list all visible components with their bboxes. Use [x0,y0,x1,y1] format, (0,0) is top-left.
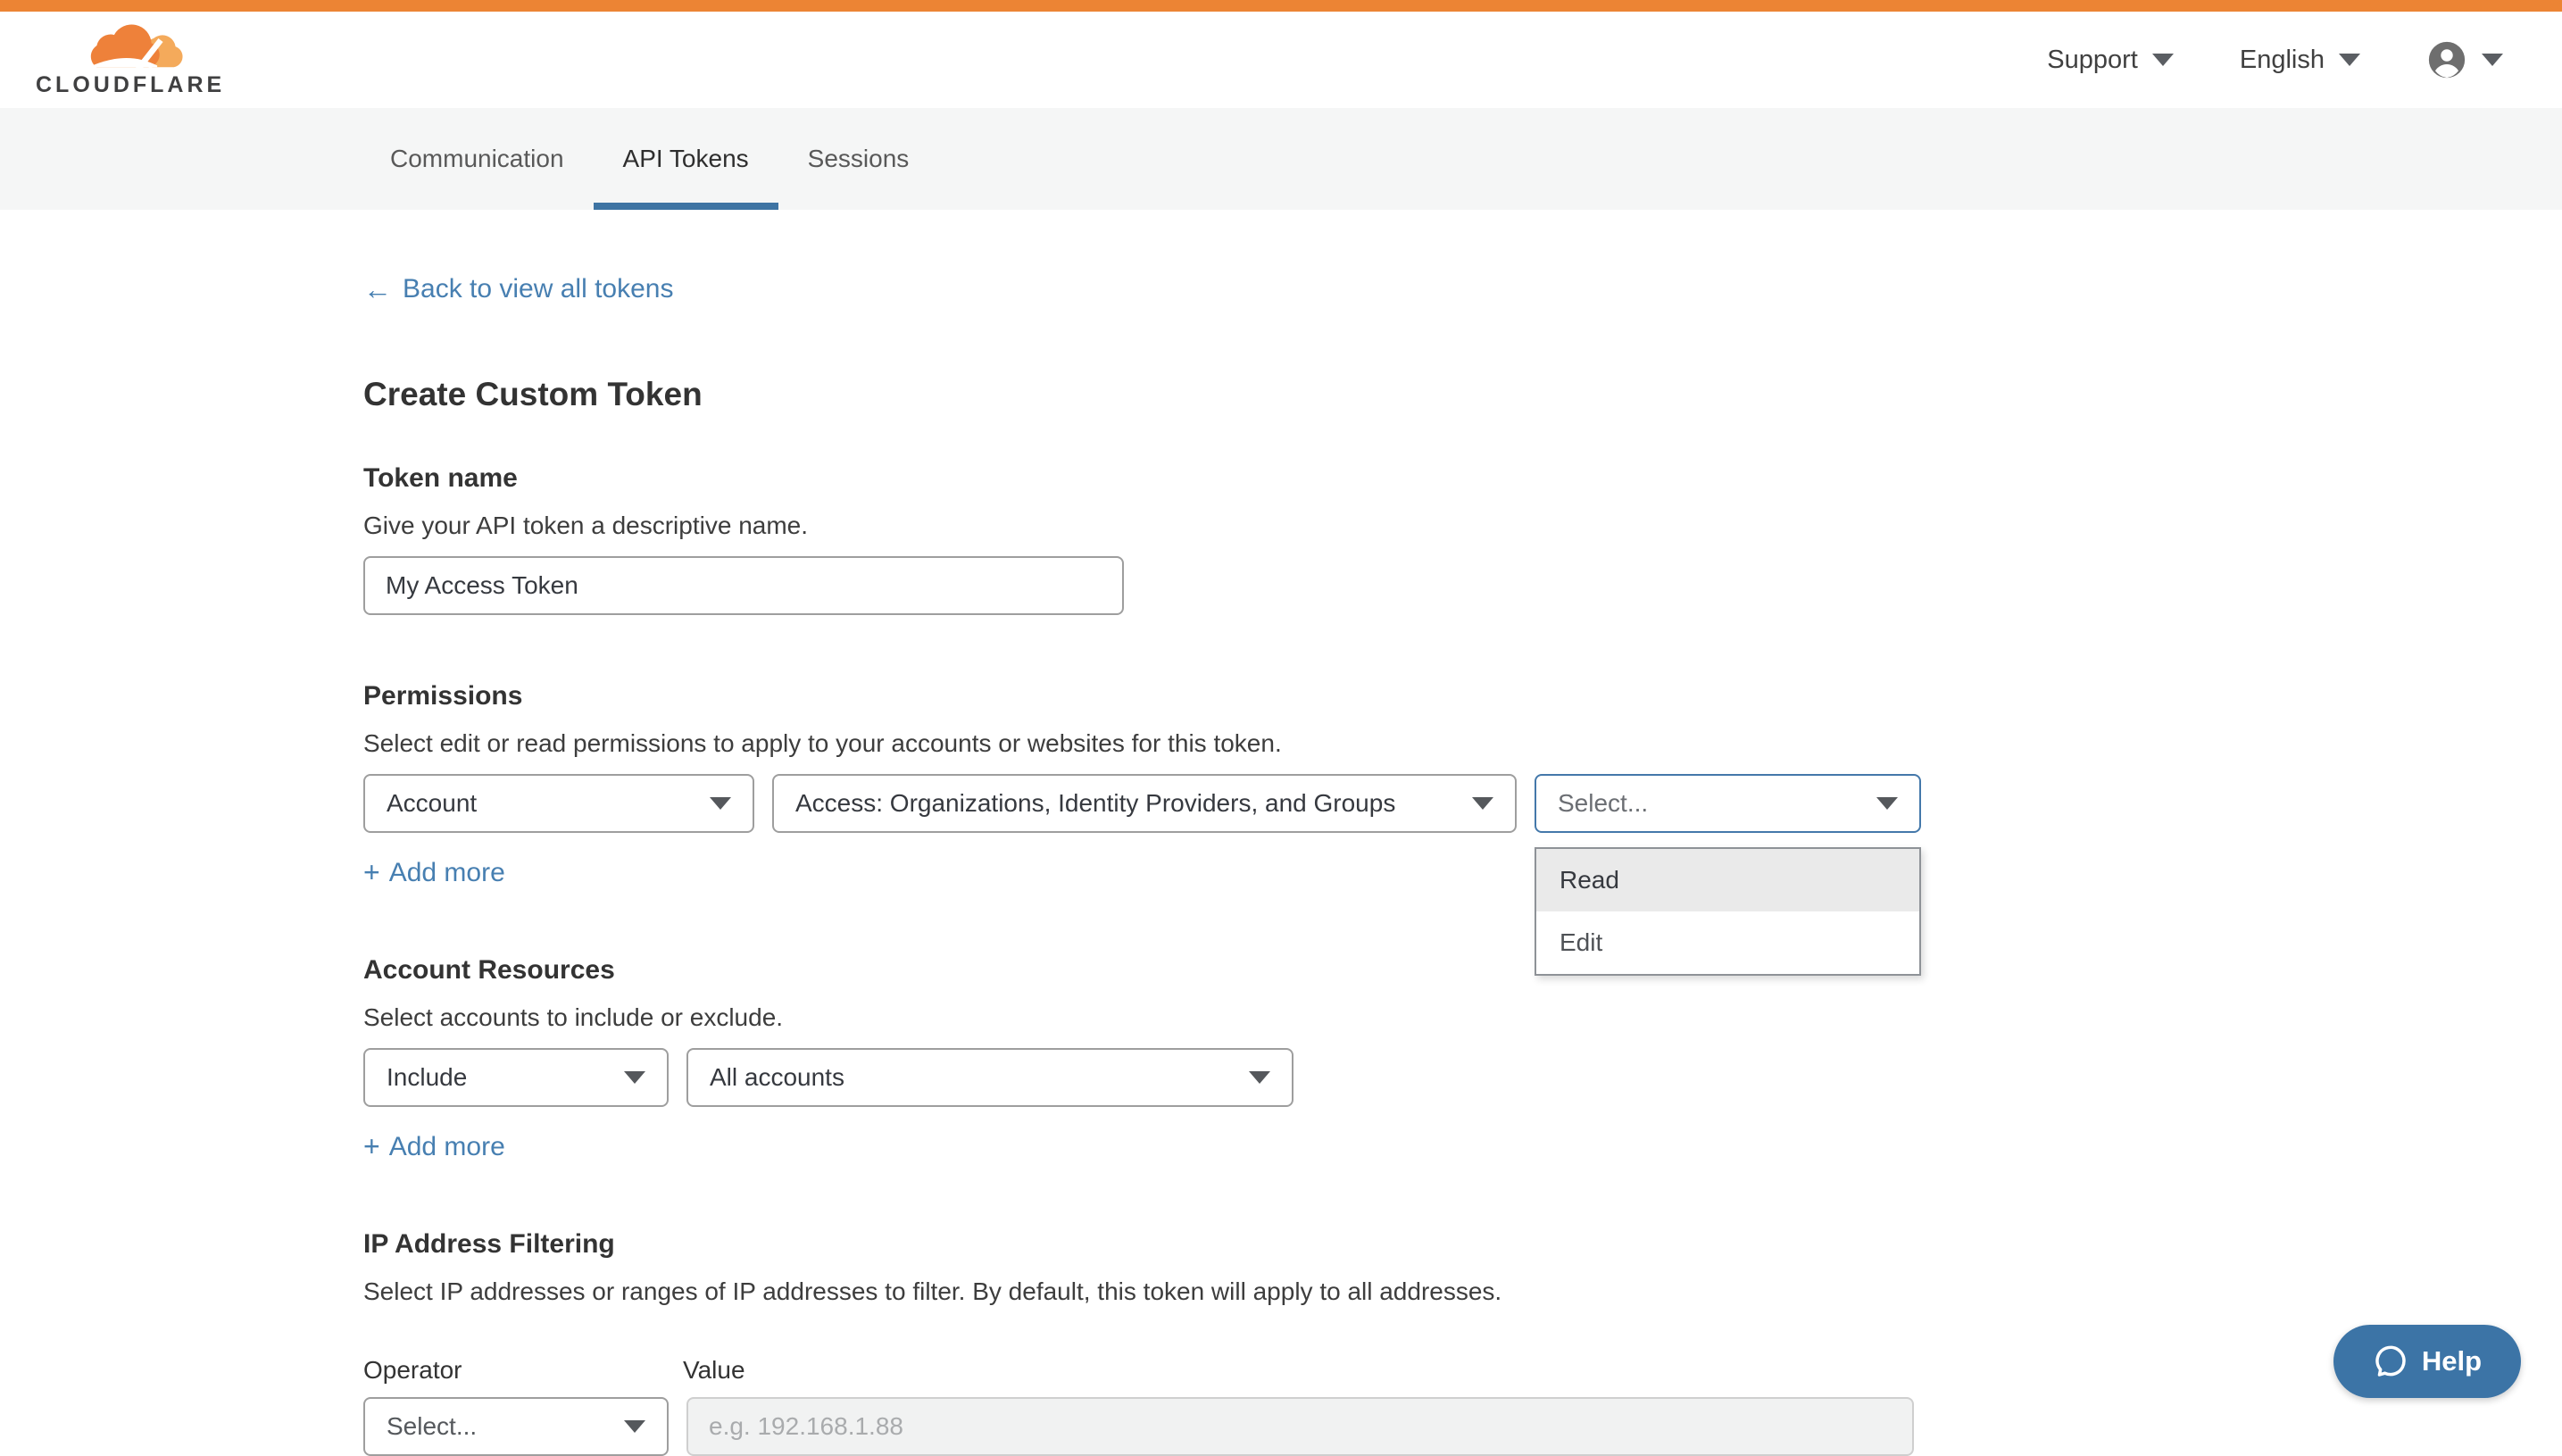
ip-value-input[interactable] [686,1397,1914,1456]
avatar-icon [2426,39,2467,80]
add-more-label: Add more [389,858,505,888]
permission-level-select[interactable]: Select... [1535,774,1921,833]
permissions-description: Select edit or read permissions to apply… [363,729,2562,758]
profile-tabs: Communication API Tokens Sessions [0,108,2562,210]
top-accent-bar [0,0,2562,12]
token-name-section: Token name Give your API token a descrip… [363,463,2562,615]
chevron-down-icon [1249,1071,1270,1084]
back-to-tokens-link[interactable]: ← Back to view all tokens [363,274,673,304]
permission-level-select-wrap: Select... Read Edit [1535,774,1921,833]
permission-group-select[interactable]: Access: Organizations, Identity Provider… [772,774,1517,833]
resource-mode-value: Include [387,1063,467,1092]
chevron-down-icon [624,1420,645,1433]
value-label: Value [683,1356,745,1385]
back-arrow-icon: ← [363,275,392,304]
ip-filtering-section: IP Address Filtering Select IP addresses… [363,1229,2562,1456]
cloudflare-logo[interactable]: CLOUDFLARE [36,24,225,96]
ip-filtering-description: Select IP addresses or ranges of IP addr… [363,1277,2562,1306]
permission-scope-select[interactable]: Account [363,774,754,833]
chevron-down-icon [2152,54,2174,66]
header-actions: Support English [2047,39,2503,80]
chevron-down-icon [710,797,731,810]
menu-option-read[interactable]: Read [1536,849,1919,911]
operator-label: Operator [363,1356,683,1385]
help-button-label: Help [2422,1345,2482,1377]
plus-icon: + [363,1130,380,1163]
menu-option-edit[interactable]: Edit [1536,911,1919,974]
tab-sessions[interactable]: Sessions [778,108,939,210]
permissions-heading: Permissions [363,681,2562,711]
ip-operator-select[interactable]: Select... [363,1397,669,1456]
help-button[interactable]: Help [2333,1325,2521,1398]
tab-communication[interactable]: Communication [361,108,594,210]
chevron-down-icon [624,1071,645,1084]
support-label: Support [2047,46,2138,75]
language-menu[interactable]: English [2240,46,2360,75]
permission-scope-value: Account [387,789,477,818]
account-resources-section: Account Resources Select accounts to inc… [363,955,2562,1163]
account-resources-heading: Account Resources [363,955,2562,986]
ip-filter-labels: Operator Value [363,1356,2562,1385]
chat-bubble-icon [2373,1344,2408,1379]
chevron-down-icon [2482,54,2503,66]
resource-accounts-value: All accounts [710,1063,844,1092]
permission-level-value: Select... [1558,789,1648,818]
token-name-heading: Token name [363,463,2562,494]
tab-api-tokens[interactable]: API Tokens [594,108,778,210]
header: CLOUDFLARE Support English [0,12,2562,108]
account-menu[interactable] [2426,39,2503,80]
chevron-down-icon [2339,54,2360,66]
support-menu[interactable]: Support [2047,46,2174,75]
resource-mode-select[interactable]: Include [363,1048,669,1107]
plus-icon: + [363,856,380,889]
ip-operator-value: Select... [387,1412,477,1441]
back-link-label: Back to view all tokens [403,274,673,304]
page-title: Create Custom Token [363,376,2562,413]
main-content: ← Back to view all tokens Create Custom … [0,210,2562,1456]
resource-accounts-select[interactable]: All accounts [686,1048,1293,1107]
resources-add-more-link[interactable]: + Add more [363,1130,505,1163]
token-name-description: Give your API token a descriptive name. [363,512,2562,540]
permission-group-value: Access: Organizations, Identity Provider… [795,789,1395,818]
account-resources-description: Select accounts to include or exclude. [363,1003,2562,1032]
permission-level-menu: Read Edit [1535,847,1921,976]
ip-filtering-heading: IP Address Filtering [363,1229,2562,1260]
chevron-down-icon [1876,797,1898,810]
token-name-input[interactable] [363,556,1124,615]
cloudflare-wordmark: CLOUDFLARE [36,74,225,96]
add-more-label: Add more [389,1132,505,1162]
cloudflare-cloud-icon [86,24,186,71]
permissions-section: Permissions Select edit or read permissi… [363,681,2562,889]
language-label: English [2240,46,2325,75]
permissions-add-more-link[interactable]: + Add more [363,856,505,889]
chevron-down-icon [1472,797,1493,810]
